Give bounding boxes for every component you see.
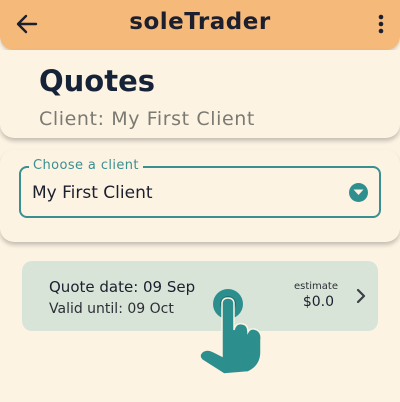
app-screen: soleTrader Quotes Client: My First Clien…	[0, 0, 400, 402]
client-dropdown[interactable]: Choose a client My First Client	[19, 158, 381, 218]
client-selector-card: Choose a client My First Client	[0, 150, 400, 242]
chevron-down-icon[interactable]	[349, 183, 368, 202]
app-title: soleTrader	[129, 9, 271, 35]
estimate-label: estimate	[293, 281, 338, 292]
quote-date: Quote date: 09 Sep	[49, 278, 196, 296]
quote-valid-until: Valid until: 09 Oct	[49, 301, 174, 317]
tap-hand-icon	[198, 286, 270, 376]
more-vertical-icon[interactable]	[376, 12, 386, 38]
client-dropdown-label: Choose a client	[29, 158, 143, 173]
estimate-amount: $0.0	[302, 294, 334, 310]
client-subtitle: Client: My First Client	[39, 108, 255, 130]
page-header: Quotes Client: My First Client	[0, 50, 400, 138]
app-bar: soleTrader	[0, 0, 400, 50]
page-title: Quotes	[39, 64, 156, 98]
client-dropdown-value: My First Client	[32, 183, 153, 203]
chevron-right-icon	[355, 288, 367, 304]
